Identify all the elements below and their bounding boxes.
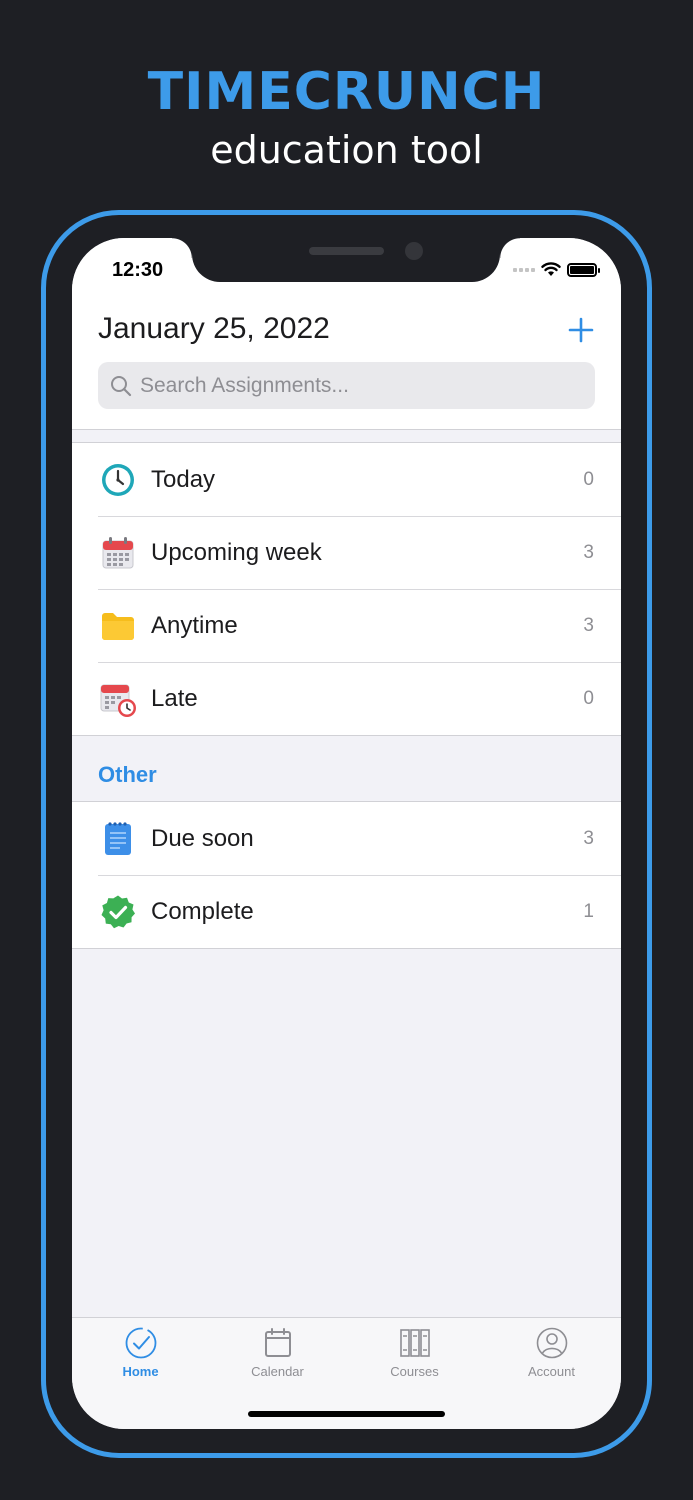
list-item-late[interactable]: Late 0 <box>72 662 621 735</box>
checkmark-circle-icon <box>125 1327 156 1359</box>
list-item-label: Anytime <box>151 611 238 639</box>
list-item-count: 0 <box>583 687 594 709</box>
list-item-label: Complete <box>151 897 254 925</box>
speaker-grille <box>309 247 384 255</box>
books-icon <box>399 1329 430 1357</box>
tab-label: Calendar <box>251 1364 304 1379</box>
search-bar[interactable] <box>98 362 595 409</box>
late-calendar-icon <box>98 679 138 719</box>
list-item-count: 3 <box>583 541 594 563</box>
search-icon <box>111 375 132 396</box>
battery-icon <box>567 262 600 277</box>
section-header-other: Other <box>98 762 157 787</box>
list-item-label: Due soon <box>151 824 254 852</box>
promo-title: TIMECRUNCH <box>147 62 546 122</box>
list-item-label: Today <box>151 465 216 493</box>
list-item-today[interactable]: Today 0 <box>72 443 621 516</box>
status-time: 12:30 <box>112 259 164 281</box>
signal-icon <box>513 267 535 272</box>
list-item-anytime[interactable]: Anytime 3 <box>72 589 621 662</box>
folder-icon <box>98 606 138 646</box>
tab-label: Courses <box>390 1364 439 1379</box>
list-item-upcoming-week[interactable]: Upcoming week 3 <box>72 516 621 589</box>
notepad-icon <box>98 819 138 859</box>
device-notch <box>172 238 520 282</box>
person-circle-icon <box>536 1327 567 1359</box>
other-list: Due soon 3 Complete 1 <box>72 801 621 949</box>
promo-subtitle: education tool <box>210 128 483 172</box>
tab-account[interactable]: Account <box>483 1326 620 1379</box>
tab-home[interactable]: Home <box>72 1326 209 1379</box>
tab-calendar[interactable]: Calendar <box>209 1326 346 1379</box>
check-badge-icon <box>98 892 138 932</box>
tab-label: Home <box>122 1364 159 1379</box>
status-icons <box>513 262 600 277</box>
list-item-complete[interactable]: Complete 1 <box>72 875 621 948</box>
main-list: Today 0 Upcoming week 3 Anytime 3 Late 0 <box>72 442 621 736</box>
list-item-due-soon[interactable]: Due soon 3 <box>72 802 621 875</box>
list-item-label: Late <box>151 684 198 712</box>
tab-label: Account <box>528 1364 575 1379</box>
home-indicator <box>248 1411 445 1417</box>
plus-icon[interactable] <box>567 316 595 344</box>
clock-icon <box>98 460 138 500</box>
calendar-icon <box>98 533 138 573</box>
calendar-outline-icon <box>264 1328 291 1357</box>
page-title: January 25, 2022 <box>98 312 330 345</box>
wifi-icon <box>541 262 561 276</box>
list-item-count: 3 <box>583 827 594 849</box>
search-input[interactable] <box>140 373 580 398</box>
list-item-count: 3 <box>583 614 594 636</box>
app-screen: 12:30 January 25, 2022 Search Assignment… <box>72 238 621 1429</box>
list-item-count: 1 <box>583 900 594 922</box>
front-camera <box>405 242 423 260</box>
list-item-label: Upcoming week <box>151 538 322 566</box>
list-item-count: 0 <box>583 468 594 490</box>
tab-courses[interactable]: Courses <box>346 1326 483 1379</box>
